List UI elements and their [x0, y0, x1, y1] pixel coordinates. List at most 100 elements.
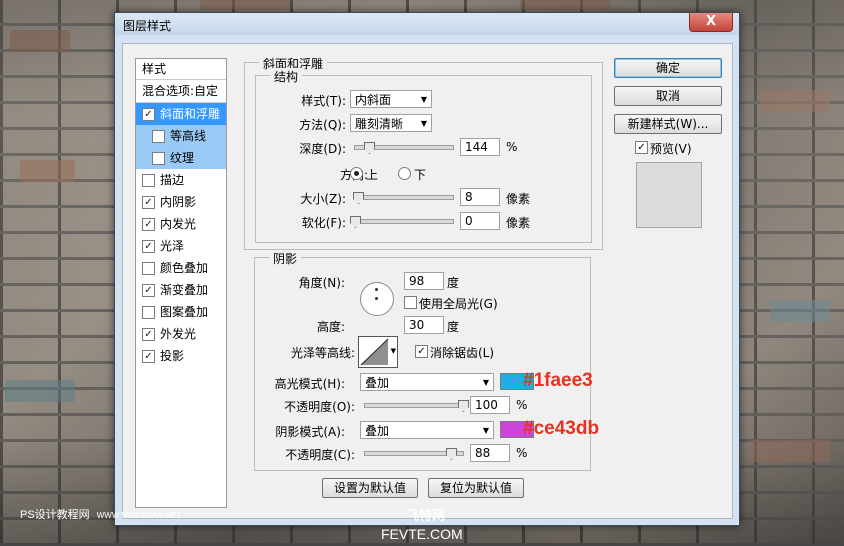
preview-checkbox[interactable]: ✓: [635, 141, 648, 154]
highlight-opacity-label: 不透明度(O):: [284, 400, 355, 414]
style-item[interactable]: ✓ 斜面和浮雕: [136, 103, 226, 125]
reset-default-button[interactable]: 复位为默认值: [428, 478, 524, 498]
style-item-checkbox[interactable]: ✓: [142, 108, 155, 121]
highlight-hex-annotation: #1faee3: [523, 370, 593, 391]
style-item-label: 渐变叠加: [160, 283, 209, 297]
dialog-title: 图层样式: [123, 19, 172, 33]
style-item-label: 描边: [160, 173, 185, 187]
angle-input[interactable]: 98: [404, 272, 444, 290]
style-item-label: 光泽: [160, 239, 185, 253]
bevel-style-select[interactable]: 内斜面 ▼: [350, 90, 432, 108]
size-slider[interactable]: [354, 195, 454, 200]
watermark-center: 飞特网: [406, 508, 446, 523]
chevron-down-icon: ▼: [482, 426, 489, 435]
chevron-down-icon: ▼: [482, 378, 489, 387]
highlight-opacity-thumb[interactable]: [458, 400, 469, 412]
shadow-opacity-unit: %: [516, 446, 528, 460]
style-item-checkbox[interactable]: ✓: [142, 284, 155, 297]
style-item-label: 颜色叠加: [160, 261, 209, 275]
style-item[interactable]: ✓ 光泽: [136, 235, 226, 257]
soften-slider[interactable]: [354, 219, 454, 224]
direction-up-radio[interactable]: [350, 167, 363, 180]
preview-label: 预览(V): [650, 142, 692, 156]
watermark-bottom: FEVTE.COM: [381, 526, 463, 542]
contour-dropdown-icon[interactable]: ▼: [391, 347, 396, 355]
style-item-checkbox[interactable]: ✓: [142, 218, 155, 231]
shadow-opacity-thumb[interactable]: [446, 448, 457, 460]
style-item-label: 投影: [160, 349, 185, 363]
gloss-contour-label: 光泽等高线:: [290, 346, 355, 360]
new-style-button[interactable]: 新建样式(W)...: [614, 114, 722, 134]
shading-title: 阴影: [269, 250, 302, 267]
highlight-opacity-slider[interactable]: [364, 403, 464, 408]
angle-dial[interactable]: [360, 282, 394, 316]
soften-input[interactable]: 0: [460, 212, 500, 230]
shadow-hex-annotation: #ce43db: [523, 418, 600, 439]
style-item-checkbox[interactable]: [142, 174, 155, 187]
size-label: 大小(Z):: [300, 192, 346, 206]
style-item-checkbox[interactable]: ✓: [142, 196, 155, 209]
size-unit: 像素: [506, 192, 531, 206]
size-input[interactable]: 8: [460, 188, 500, 206]
direction-down-radio[interactable]: [398, 167, 411, 180]
style-item[interactable]: ✓ 外发光: [136, 323, 226, 345]
close-button[interactable]: X: [689, 13, 733, 32]
styles-list: 样式 混合选项:自定 ✓ 斜面和浮雕 等高线 纹理 描边 ✓ 内阴影 ✓ 内发光 ✓ 光泽 颜色叠加 ✓…: [135, 58, 227, 508]
style-label: 样式(T):: [301, 94, 346, 108]
structure-title: 结构: [270, 68, 303, 85]
style-item-label: 纹理: [170, 151, 195, 165]
style-item[interactable]: ✓ 渐变叠加: [136, 279, 226, 301]
soften-label: 软化(F):: [301, 216, 346, 230]
style-item[interactable]: 颜色叠加: [136, 257, 226, 279]
highlight-opacity-unit: %: [516, 398, 528, 412]
anti-alias-label: 消除锯齿(L): [430, 346, 495, 360]
cancel-button[interactable]: 取消: [614, 86, 722, 106]
dialog-client: 样式 混合选项:自定 ✓ 斜面和浮雕 等高线 纹理 描边 ✓ 内阴影 ✓ 内发光 ✓ 光泽 颜色叠加 ✓…: [122, 43, 733, 519]
style-item[interactable]: 图案叠加: [136, 301, 226, 323]
depth-unit: %: [506, 140, 518, 154]
chevron-down-icon: ▼: [420, 95, 427, 104]
altitude-input[interactable]: 30: [404, 316, 444, 334]
depth-slider-thumb[interactable]: [364, 142, 375, 154]
angle-dial-indicator: [375, 288, 378, 291]
style-item-label: 内发光: [160, 217, 197, 231]
style-item-label: 内阴影: [160, 195, 197, 209]
style-item[interactable]: 等高线: [136, 125, 226, 147]
direction-up-label: 上: [366, 168, 379, 182]
highlight-mode-select[interactable]: 叠加 ▼: [360, 373, 494, 391]
style-item[interactable]: 描边: [136, 169, 226, 191]
contour-curve-icon: [360, 338, 389, 366]
style-item-label: 图案叠加: [160, 305, 209, 319]
style-item[interactable]: ✓ 内发光: [136, 213, 226, 235]
style-item[interactable]: ✓ 内阴影: [136, 191, 226, 213]
style-item[interactable]: 纹理: [136, 147, 226, 169]
style-item-checkbox[interactable]: [152, 130, 165, 143]
highlight-mode-label: 高光模式(H):: [274, 377, 345, 391]
style-item-checkbox[interactable]: ✓: [142, 328, 155, 341]
shadow-mode-select[interactable]: 叠加 ▼: [360, 421, 494, 439]
size-slider-thumb[interactable]: [353, 192, 364, 204]
style-item[interactable]: ✓ 投影: [136, 345, 226, 367]
shadow-opacity-input[interactable]: 88: [470, 444, 510, 462]
global-light-label: 使用全局光(G): [419, 297, 498, 311]
depth-input[interactable]: 144: [460, 138, 500, 156]
style-item-checkbox[interactable]: [142, 306, 155, 319]
chevron-down-icon: ▼: [420, 119, 427, 128]
set-default-button[interactable]: 设置为默认值: [322, 478, 418, 498]
style-item-checkbox[interactable]: ✓: [142, 240, 155, 253]
altitude-label: 高度:: [316, 320, 345, 334]
technique-select[interactable]: 雕刻清晰 ▼: [350, 114, 432, 132]
style-item-checkbox[interactable]: [152, 152, 165, 165]
style-item-checkbox[interactable]: [142, 262, 155, 275]
soften-slider-thumb[interactable]: [350, 216, 361, 228]
highlight-opacity-input[interactable]: 100: [470, 396, 510, 414]
ok-button[interactable]: 确定: [614, 58, 722, 78]
gloss-contour-picker[interactable]: ▼: [358, 336, 398, 368]
style-item-checkbox[interactable]: ✓: [142, 350, 155, 363]
title-bar[interactable]: 图层样式 X: [115, 13, 739, 35]
blending-options-item[interactable]: 混合选项:自定: [136, 80, 226, 103]
global-light-checkbox[interactable]: [404, 296, 417, 309]
style-item-label: 斜面和浮雕: [160, 107, 221, 121]
layer-style-dialog: 图层样式 X 样式 混合选项:自定 ✓ 斜面和浮雕 等高线 纹理 描边 ✓ 内阴影 ✓ 内发光 ✓…: [114, 12, 740, 526]
anti-alias-checkbox[interactable]: ✓: [415, 345, 428, 358]
